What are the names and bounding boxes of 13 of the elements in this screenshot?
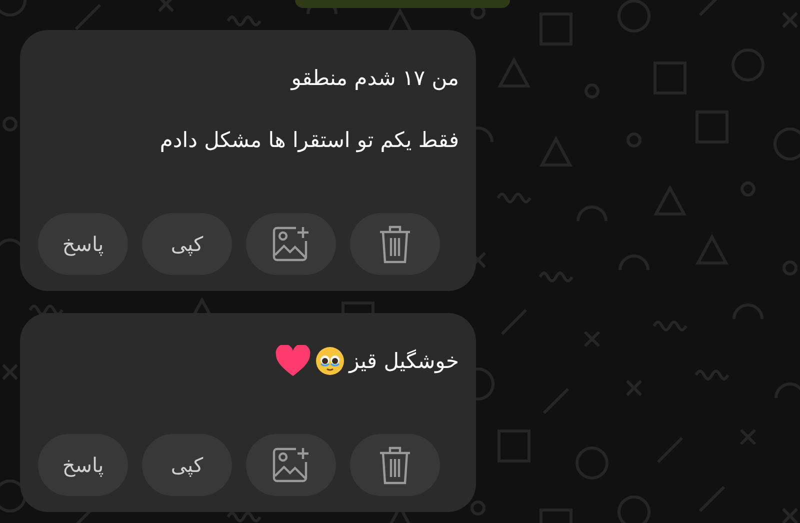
heart-icon	[275, 345, 312, 377]
pleading-face-icon	[315, 346, 346, 376]
trash-icon	[378, 445, 412, 485]
message-text: فقط یکم تو استقرا ها مشکل دادم	[160, 127, 459, 154]
message-text: من ۱۷ شدم منطقو	[291, 65, 459, 92]
message-text: خوشگیل قیز	[349, 348, 459, 376]
action-button[interactable]: کپی	[142, 434, 232, 496]
action-button[interactable]: پاسخ	[38, 213, 128, 275]
trash-icon	[378, 224, 412, 264]
action-button[interactable]: پاسخ	[38, 434, 128, 496]
add-image-icon	[272, 446, 310, 484]
action-button[interactable]: کپی	[142, 213, 232, 275]
add-image-icon	[272, 225, 310, 263]
